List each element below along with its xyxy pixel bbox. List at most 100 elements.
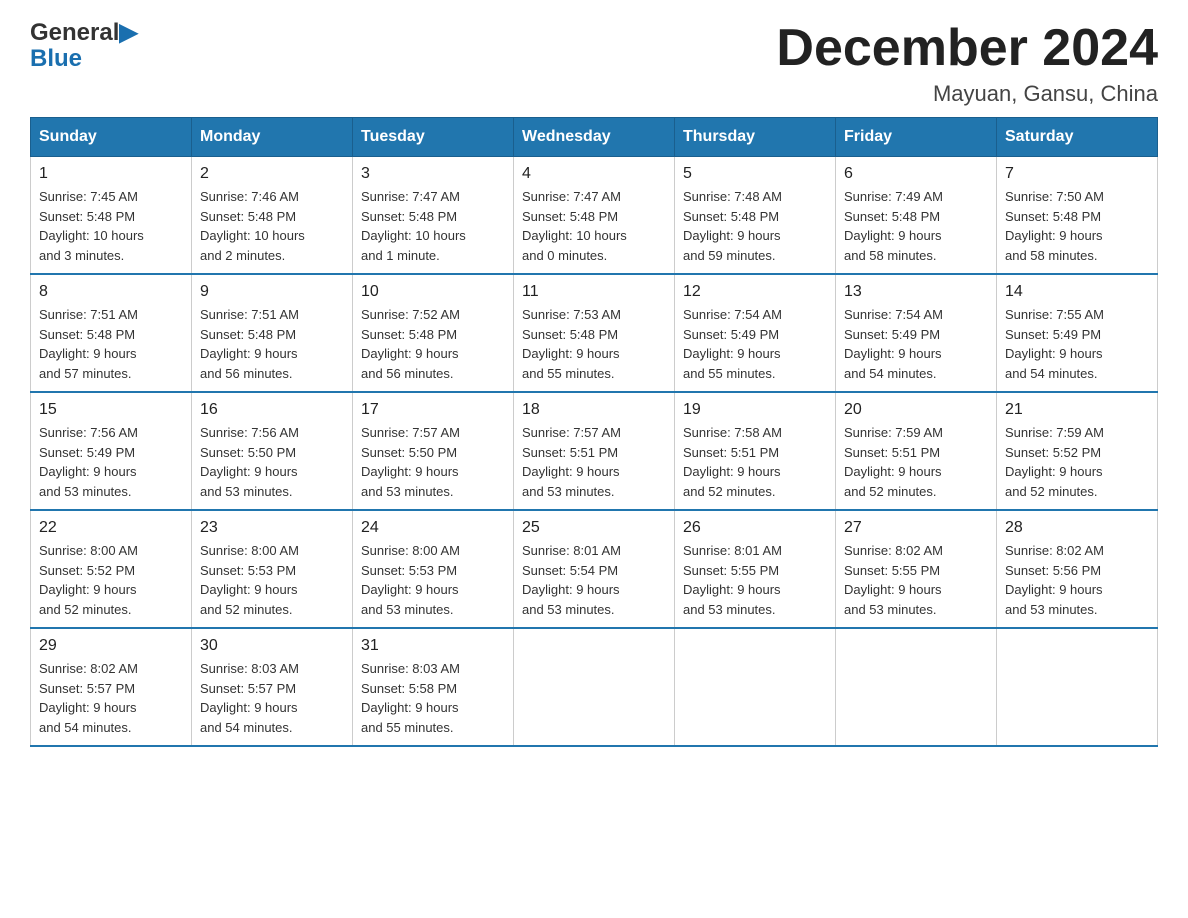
day-number: 18: [522, 401, 666, 419]
day-info: Sunrise: 8:00 AM Sunset: 5:53 PM Dayligh…: [200, 541, 344, 619]
header-monday: Monday: [192, 118, 353, 157]
day-number: 9: [200, 283, 344, 301]
day-number: 19: [683, 401, 827, 419]
day-info: Sunrise: 7:46 AM Sunset: 5:48 PM Dayligh…: [200, 187, 344, 265]
day-number: 12: [683, 283, 827, 301]
day-number: 17: [361, 401, 505, 419]
day-number: 10: [361, 283, 505, 301]
day-number: 4: [522, 165, 666, 183]
day-number: 3: [361, 165, 505, 183]
calendar-cell: 26 Sunrise: 8:01 AM Sunset: 5:55 PM Dayli…: [675, 510, 836, 628]
calendar-header-row: SundayMondayTuesdayWednesdayThursdayFrid…: [31, 118, 1158, 157]
day-number: 5: [683, 165, 827, 183]
calendar-cell: 14 Sunrise: 7:55 AM Sunset: 5:49 PM Dayli…: [997, 274, 1158, 392]
day-info: Sunrise: 8:02 AM Sunset: 5:55 PM Dayligh…: [844, 541, 988, 619]
day-number: 23: [200, 519, 344, 537]
day-info: Sunrise: 7:54 AM Sunset: 5:49 PM Dayligh…: [683, 305, 827, 383]
day-number: 30: [200, 637, 344, 655]
day-info: Sunrise: 8:01 AM Sunset: 5:55 PM Dayligh…: [683, 541, 827, 619]
calendar-cell: 6 Sunrise: 7:49 AM Sunset: 5:48 PM Daylig…: [836, 157, 997, 275]
day-number: 20: [844, 401, 988, 419]
calendar-cell: 29 Sunrise: 8:02 AM Sunset: 5:57 PM Dayli…: [31, 628, 192, 746]
calendar-cell: 7 Sunrise: 7:50 AM Sunset: 5:48 PM Daylig…: [997, 157, 1158, 275]
day-number: 11: [522, 283, 666, 301]
day-number: 26: [683, 519, 827, 537]
header-friday: Friday: [836, 118, 997, 157]
day-info: Sunrise: 7:57 AM Sunset: 5:51 PM Dayligh…: [522, 423, 666, 501]
day-info: Sunrise: 8:01 AM Sunset: 5:54 PM Dayligh…: [522, 541, 666, 619]
day-info: Sunrise: 8:02 AM Sunset: 5:56 PM Dayligh…: [1005, 541, 1149, 619]
day-info: Sunrise: 7:59 AM Sunset: 5:52 PM Dayligh…: [1005, 423, 1149, 501]
title-block: December 2024 Mayuan, Gansu, China: [776, 20, 1158, 107]
day-info: Sunrise: 7:47 AM Sunset: 5:48 PM Dayligh…: [522, 187, 666, 265]
day-info: Sunrise: 7:48 AM Sunset: 5:48 PM Dayligh…: [683, 187, 827, 265]
day-info: Sunrise: 7:56 AM Sunset: 5:50 PM Dayligh…: [200, 423, 344, 501]
calendar-cell: 23 Sunrise: 8:00 AM Sunset: 5:53 PM Dayli…: [192, 510, 353, 628]
calendar-cell: 22Sunrise: 8:00 AM Sunset: 5:52 PM Dayli…: [31, 510, 192, 628]
calendar-cell: 31Sunrise: 8:03 AM Sunset: 5:58 PM Dayli…: [353, 628, 514, 746]
week-row-2: 8 Sunrise: 7:51 AM Sunset: 5:48 PM Daylig…: [31, 274, 1158, 392]
page-header: General▶Blue December 2024 Mayuan, Gansu…: [30, 20, 1158, 107]
calendar-cell: 27Sunrise: 8:02 AM Sunset: 5:55 PM Dayli…: [836, 510, 997, 628]
day-info: Sunrise: 8:02 AM Sunset: 5:57 PM Dayligh…: [39, 659, 183, 737]
calendar-cell: 12 Sunrise: 7:54 AM Sunset: 5:49 PM Dayli…: [675, 274, 836, 392]
calendar-cell: 11Sunrise: 7:53 AM Sunset: 5:48 PM Dayli…: [514, 274, 675, 392]
calendar-cell: 28Sunrise: 8:02 AM Sunset: 5:56 PM Dayli…: [997, 510, 1158, 628]
calendar-cell: 9 Sunrise: 7:51 AM Sunset: 5:48 PM Daylig…: [192, 274, 353, 392]
day-number: 25: [522, 519, 666, 537]
calendar-cell: [675, 628, 836, 746]
calendar-cell: 3 Sunrise: 7:47 AM Sunset: 5:48 PM Daylig…: [353, 157, 514, 275]
day-number: 24: [361, 519, 505, 537]
calendar-cell: 1Sunrise: 7:45 AM Sunset: 5:48 PM Daylig…: [31, 157, 192, 275]
day-number: 2: [200, 165, 344, 183]
week-row-3: 15Sunrise: 7:56 AM Sunset: 5:49 PM Dayli…: [31, 392, 1158, 510]
calendar-cell: 10 Sunrise: 7:52 AM Sunset: 5:48 PM Dayli…: [353, 274, 514, 392]
calendar-cell: 13Sunrise: 7:54 AM Sunset: 5:49 PM Dayli…: [836, 274, 997, 392]
calendar-cell: 5 Sunrise: 7:48 AM Sunset: 5:48 PM Daylig…: [675, 157, 836, 275]
day-number: 6: [844, 165, 988, 183]
calendar-cell: 2 Sunrise: 7:46 AM Sunset: 5:48 PM Daylig…: [192, 157, 353, 275]
month-title: December 2024: [776, 20, 1158, 77]
day-number: 15: [39, 401, 183, 419]
calendar-cell: 15Sunrise: 7:56 AM Sunset: 5:49 PM Dayli…: [31, 392, 192, 510]
calendar-cell: 25 Sunrise: 8:01 AM Sunset: 5:54 PM Dayli…: [514, 510, 675, 628]
day-info: Sunrise: 7:49 AM Sunset: 5:48 PM Dayligh…: [844, 187, 988, 265]
calendar-cell: 18 Sunrise: 7:57 AM Sunset: 5:51 PM Dayli…: [514, 392, 675, 510]
day-info: Sunrise: 7:51 AM Sunset: 5:48 PM Dayligh…: [200, 305, 344, 383]
calendar-cell: 19Sunrise: 7:58 AM Sunset: 5:51 PM Dayli…: [675, 392, 836, 510]
day-number: 14: [1005, 283, 1149, 301]
day-number: 7: [1005, 165, 1149, 183]
day-info: Sunrise: 7:57 AM Sunset: 5:50 PM Dayligh…: [361, 423, 505, 501]
logo: General▶Blue: [30, 20, 138, 73]
calendar-cell: [997, 628, 1158, 746]
calendar-cell: 30 Sunrise: 8:03 AM Sunset: 5:57 PM Dayli…: [192, 628, 353, 746]
day-info: Sunrise: 8:03 AM Sunset: 5:58 PM Dayligh…: [361, 659, 505, 737]
header-tuesday: Tuesday: [353, 118, 514, 157]
header-sunday: Sunday: [31, 118, 192, 157]
day-info: Sunrise: 7:52 AM Sunset: 5:48 PM Dayligh…: [361, 305, 505, 383]
week-row-4: 22Sunrise: 8:00 AM Sunset: 5:52 PM Dayli…: [31, 510, 1158, 628]
header-saturday: Saturday: [997, 118, 1158, 157]
calendar-cell: 16Sunrise: 7:56 AM Sunset: 5:50 PM Dayli…: [192, 392, 353, 510]
day-number: 29: [39, 637, 183, 655]
logo-text: General▶Blue: [30, 20, 138, 73]
day-info: Sunrise: 8:00 AM Sunset: 5:52 PM Dayligh…: [39, 541, 183, 619]
day-info: Sunrise: 7:59 AM Sunset: 5:51 PM Dayligh…: [844, 423, 988, 501]
header-wednesday: Wednesday: [514, 118, 675, 157]
calendar-cell: 20 Sunrise: 7:59 AM Sunset: 5:51 PM Dayli…: [836, 392, 997, 510]
location: Mayuan, Gansu, China: [776, 81, 1158, 107]
day-info: Sunrise: 7:55 AM Sunset: 5:49 PM Dayligh…: [1005, 305, 1149, 383]
week-row-1: 1Sunrise: 7:45 AM Sunset: 5:48 PM Daylig…: [31, 157, 1158, 275]
day-info: Sunrise: 7:47 AM Sunset: 5:48 PM Dayligh…: [361, 187, 505, 265]
day-info: Sunrise: 7:54 AM Sunset: 5:49 PM Dayligh…: [844, 305, 988, 383]
day-number: 8: [39, 283, 183, 301]
day-info: Sunrise: 7:50 AM Sunset: 5:48 PM Dayligh…: [1005, 187, 1149, 265]
calendar-cell: 17 Sunrise: 7:57 AM Sunset: 5:50 PM Dayli…: [353, 392, 514, 510]
calendar-cell: 24 Sunrise: 8:00 AM Sunset: 5:53 PM Dayli…: [353, 510, 514, 628]
day-number: 21: [1005, 401, 1149, 419]
day-info: Sunrise: 8:00 AM Sunset: 5:53 PM Dayligh…: [361, 541, 505, 619]
calendar-cell: 4 Sunrise: 7:47 AM Sunset: 5:48 PM Daylig…: [514, 157, 675, 275]
calendar-cell: 21 Sunrise: 7:59 AM Sunset: 5:52 PM Dayli…: [997, 392, 1158, 510]
day-info: Sunrise: 8:03 AM Sunset: 5:57 PM Dayligh…: [200, 659, 344, 737]
day-info: Sunrise: 7:51 AM Sunset: 5:48 PM Dayligh…: [39, 305, 183, 383]
